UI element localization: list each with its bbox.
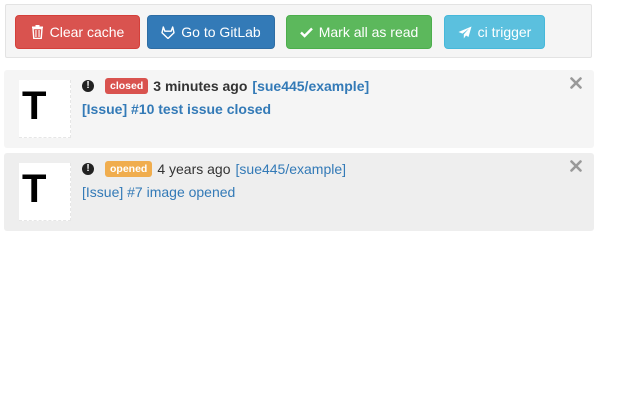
ci-trigger-label: ci trigger	[477, 24, 532, 40]
timestamp: 4 years ago	[157, 161, 231, 177]
check-icon	[299, 27, 313, 38]
avatar-letter: T	[22, 167, 47, 211]
notification-item: T ! closed 3 minutes ago [sue445/example…	[4, 70, 594, 148]
notification-title-link[interactable]: [Issue] #7 image opened	[82, 184, 235, 200]
go-to-gitlab-label: Go to GitLab	[181, 24, 261, 40]
timestamp: 3 minutes ago	[153, 78, 248, 94]
notification-meta: ! opened 4 years ago [sue445/example]	[82, 160, 346, 178]
notification-title-link[interactable]: [Issue] #10 test issue closed	[82, 101, 271, 117]
toolbar: Clear cache Go to GitLab Mark all as rea…	[5, 4, 592, 58]
trash-icon	[31, 25, 43, 39]
avatar: T	[19, 80, 71, 138]
avatar-letter: T	[22, 84, 47, 128]
notification-item: T ! opened 4 years ago [sue445/example] …	[4, 153, 594, 231]
dismiss-button[interactable]	[570, 76, 582, 89]
mark-all-as-read-label: Mark all as read	[318, 24, 419, 40]
clear-cache-button[interactable]: Clear cache	[15, 15, 140, 49]
exclamation-circle-icon: !	[82, 80, 94, 92]
page: Clear cache Go to GitLab Mark all as rea…	[0, 0, 640, 400]
notification-meta: ! closed 3 minutes ago [sue445/example]	[82, 77, 369, 95]
dismiss-button[interactable]	[570, 159, 582, 172]
mark-all-as-read-button[interactable]: Mark all as read	[286, 15, 432, 49]
repository-link[interactable]: [sue445/example]	[252, 78, 369, 94]
repository-link[interactable]: [sue445/example]	[236, 161, 347, 177]
status-badge: opened	[105, 161, 153, 177]
go-to-gitlab-button[interactable]: Go to GitLab	[147, 15, 275, 49]
close-icon	[570, 77, 582, 89]
close-icon	[570, 160, 582, 172]
gitlab-icon	[161, 25, 175, 39]
exclamation-circle-icon: !	[82, 163, 94, 175]
ci-trigger-button[interactable]: ci trigger	[444, 15, 545, 49]
clear-cache-label: Clear cache	[49, 24, 125, 40]
status-badge: closed	[105, 78, 149, 94]
paper-plane-icon	[458, 26, 472, 38]
avatar: T	[19, 163, 71, 221]
